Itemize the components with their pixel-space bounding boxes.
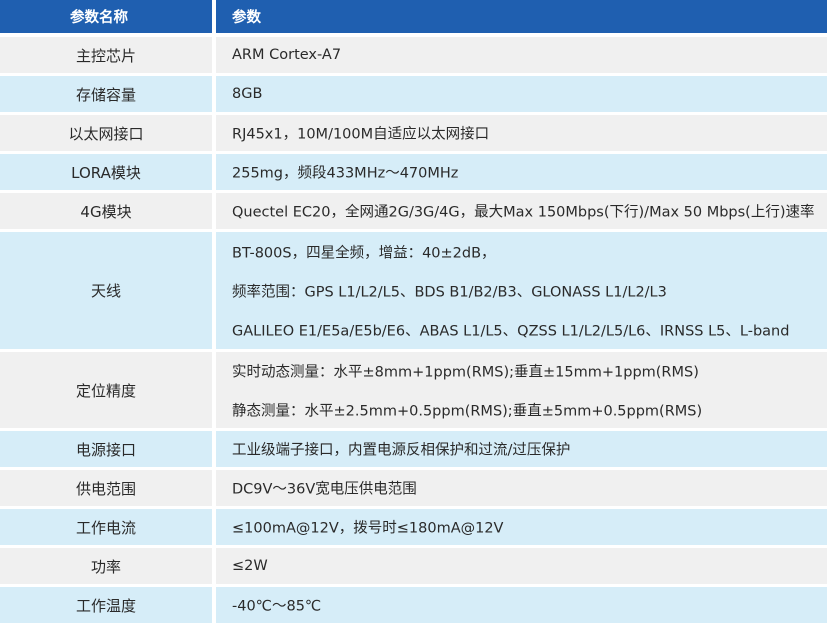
table-row: 供电范围 DC9V～36V宽电压供电范围 [0,470,827,506]
param-name: 功率 [0,548,212,584]
param-value-line: 工业级端子接口，内置电源反相保护和过流/过压保护 [232,442,571,459]
param-value-line: BT-800S，四星全频，增益：40±2dB， [232,245,496,262]
table-row: 4G模块 Quectel EC20，全网通2G/3G/4G，最大Max 150M… [0,193,827,229]
param-value-line: -40℃～85℃ [232,598,322,615]
table-row: 主控芯片 ARM Cortex-A7 [0,37,827,73]
param-value-line: RJ45x1，10M/100M自适应以太网接口 [232,126,490,143]
param-value-line: 频率范围：GPS L1/L2/L5、BDS B1/B2/B3、GLONASS L… [232,284,667,301]
param-value-line: ARM Cortex-A7 [232,47,342,63]
param-name: 供电范围 [0,470,212,506]
table-header: 参数名称 参数 [0,0,827,33]
param-value: ≤2W [216,548,827,584]
spec-table: 参数名称 参数 主控芯片 ARM Cortex-A7 存储容量 8GB 以太网接… [0,0,827,625]
param-value-line: 255mg，频段433MHz～470MHz [232,165,459,182]
param-name: 电源接口 [0,431,212,467]
param-value: 工业级端子接口，内置电源反相保护和过流/过压保护 [216,431,827,467]
param-value: RJ45x1，10M/100M自适应以太网接口 [216,115,827,151]
param-value: DC9V～36V宽电压供电范围 [216,470,827,506]
param-value-line: Quectel EC20，全网通2G/3G/4G，最大Max 150Mbps(下… [232,204,815,221]
header-name-cell: 参数名称 [0,0,212,33]
header-value-cell: 参数 [216,0,827,33]
param-name: 定位精度 [0,352,212,428]
param-name: 以太网接口 [0,115,212,151]
param-name: 工作电流 [0,509,212,545]
table-row: 存储容量 8GB [0,76,827,112]
table-row: 工作电流 ≤100mA@12V，拨号时≤180mA@12V [0,509,827,545]
param-value-line: GALILEO E1/E5a/E5b/E6、ABAS L1/L5、QZSS L1… [232,323,790,340]
param-value-line: 实时动态测量：水平±8mm+1ppm(RMS);垂直±15mm+1ppm(RMS… [232,364,699,381]
param-value-line: 静态测量：水平±2.5mm+0.5ppm(RMS);垂直±5mm+0.5ppm(… [232,403,703,420]
param-value-line: DC9V～36V宽电压供电范围 [232,481,417,498]
table-row: 工作温度 -40℃～85℃ [0,587,827,623]
param-value: BT-800S，四星全频，增益：40±2dB， 频率范围：GPS L1/L2/L… [216,232,827,349]
param-value: ≤100mA@12V，拨号时≤180mA@12V [216,509,827,545]
param-name: 主控芯片 [0,37,212,73]
param-value: ARM Cortex-A7 [216,37,827,73]
param-value-line: ≤2W [232,558,268,574]
table-row: 功率 ≤2W [0,548,827,584]
param-value: 实时动态测量：水平±8mm+1ppm(RMS);垂直±15mm+1ppm(RMS… [216,352,827,428]
table-row: 天线 BT-800S，四星全频，增益：40±2dB， 频率范围：GPS L1/L… [0,232,827,349]
param-value: -40℃～85℃ [216,587,827,623]
param-value: Quectel EC20，全网通2G/3G/4G，最大Max 150Mbps(下… [216,193,827,229]
table-row: 电源接口 工业级端子接口，内置电源反相保护和过流/过压保护 [0,431,827,467]
param-value: 8GB [216,76,827,112]
param-value-line: ≤100mA@12V，拨号时≤180mA@12V [232,520,504,537]
param-name: 天线 [0,232,212,349]
param-name: LORA模块 [0,154,212,190]
param-value-line: 8GB [232,86,263,102]
param-name: 4G模块 [0,193,212,229]
table-row: 以太网接口 RJ45x1，10M/100M自适应以太网接口 [0,115,827,151]
table-row: 定位精度 实时动态测量：水平±8mm+1ppm(RMS);垂直±15mm+1pp… [0,352,827,428]
param-name: 工作温度 [0,587,212,623]
param-name: 存储容量 [0,76,212,112]
table-row: LORA模块 255mg，频段433MHz～470MHz [0,154,827,190]
param-value: 255mg，频段433MHz～470MHz [216,154,827,190]
